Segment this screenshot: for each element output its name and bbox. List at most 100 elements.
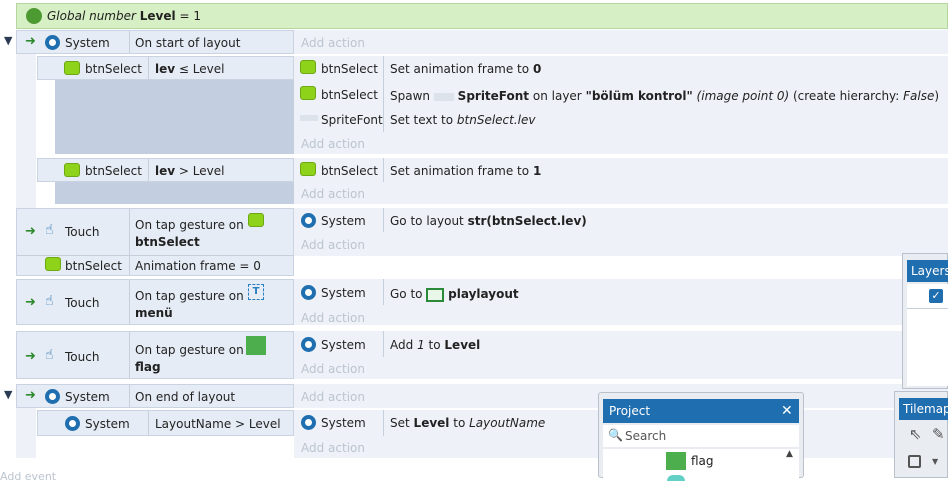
scroll-up-icon[interactable]: ▲ xyxy=(786,449,793,459)
event2-object: Touch xyxy=(65,225,100,239)
btnselect-sprite-icon xyxy=(300,60,316,74)
global-variable-text: Global number Level = 1 xyxy=(47,9,201,23)
event2-action-block[interactable]: System Go to layout str(btnSelect.lev) A… xyxy=(294,208,948,256)
event5-object: System xyxy=(65,390,110,404)
close-icon[interactable]: ✕ xyxy=(781,403,793,419)
trigger-arrow-icon: ➜ xyxy=(25,295,36,310)
project-panel-header[interactable]: Project ✕ xyxy=(603,399,799,423)
sprite-icon xyxy=(667,475,685,481)
add-action-link[interactable]: Add action xyxy=(301,36,365,50)
sub1-condition-padding xyxy=(55,80,294,154)
action-object: System xyxy=(321,416,366,430)
tilemap-panel-header[interactable]: Tilemap xyxy=(899,398,948,420)
action-text[interactable]: Set animation frame to 1 xyxy=(390,164,541,178)
event4-action-block[interactable]: System Add 1 to Level Add action xyxy=(294,331,948,379)
event3-condition[interactable]: On tap gesture on xyxy=(135,289,244,303)
trigger-arrow-icon: ➜ xyxy=(25,224,36,239)
search-icon: 🔍 xyxy=(608,428,623,442)
event1-condition[interactable]: On start of layout xyxy=(135,36,240,50)
layers-list[interactable]: ✓ xyxy=(907,284,948,386)
touch-hand-icon: ☝ xyxy=(45,222,54,238)
tilemap-panel-title: Tilemap xyxy=(903,402,948,416)
collapse-event1-icon[interactable]: ▼ xyxy=(4,35,12,46)
tile-brush-icon[interactable] xyxy=(908,455,921,468)
event3-condition-block[interactable]: ➜ ☝ Touch On tap gesture on T menü xyxy=(16,279,294,325)
spritefont-icon xyxy=(300,115,318,121)
event5-condition-block[interactable]: ➜ System On end of layout xyxy=(16,384,294,408)
trigger-arrow-icon: ➜ xyxy=(25,34,36,49)
action-text[interactable]: Set Level to LayoutName xyxy=(390,416,545,430)
sub2-condition[interactable]: lev > Level xyxy=(155,164,224,178)
sub2-condition-block[interactable]: btnSelect lev > Level xyxy=(37,158,294,182)
pencil-tool-icon[interactable]: ✎ xyxy=(932,425,945,443)
flag-sprite-icon xyxy=(246,336,266,355)
event4-condition[interactable]: On tap gesture on xyxy=(135,343,244,357)
system-gear-icon xyxy=(301,285,316,300)
sub2-action-block[interactable]: btnSelect Set animation frame to 1 Add a… xyxy=(294,158,948,204)
add-action-link[interactable]: Add action xyxy=(301,187,365,201)
action-text[interactable]: Go to playlayout xyxy=(390,287,519,302)
action-text[interactable]: Spawn SpriteFont on layer "bölüm kontrol… xyxy=(390,89,939,103)
add-action-link[interactable]: Add action xyxy=(301,238,365,252)
action-text[interactable]: Set animation frame to 0 xyxy=(390,62,541,76)
event4-condition-block[interactable]: ➜ ☝ Touch On tap gesture on flag xyxy=(16,331,294,379)
tilemap-panel[interactable]: Tilemap ⇖ ✎ ▼ xyxy=(894,391,948,478)
btnselect-sprite-icon xyxy=(248,213,264,227)
search-placeholder: Search xyxy=(625,429,667,443)
event1-condition-block[interactable]: ➜ System On start of layout xyxy=(16,30,294,54)
add-action-link[interactable]: Add action xyxy=(301,137,365,151)
action-text[interactable]: Set text to btnSelect.lev xyxy=(390,113,536,127)
event1-action-block[interactable]: Add action xyxy=(294,30,948,54)
add-event-link[interactable]: Add event xyxy=(0,470,56,483)
sub2-condition-padding xyxy=(55,182,294,204)
action-object: System xyxy=(321,214,366,228)
sub3-object: System xyxy=(85,417,130,431)
system-gear-icon xyxy=(301,415,316,430)
touch-hand-icon: ☝ xyxy=(45,347,54,363)
event2-condition-block[interactable]: ➜ ☝ Touch On tap gesture on btnSelect bt… xyxy=(16,208,294,276)
layers-panel-header[interactable]: Layers xyxy=(907,260,948,282)
btnselect-sprite-icon xyxy=(300,162,316,176)
pointer-tool-icon[interactable]: ⇖ xyxy=(909,425,922,443)
chevron-down-icon[interactable]: ▼ xyxy=(932,457,938,466)
collapse-event5-icon[interactable]: ▼ xyxy=(4,389,12,400)
layers-panel-title: Layers xyxy=(911,264,948,278)
project-item-flag[interactable]: flag xyxy=(691,454,714,468)
event2-object2: btnSelect xyxy=(65,259,122,273)
sub1-condition-block[interactable]: btnSelect lev ≤ Level xyxy=(37,56,294,80)
action-text[interactable]: Add 1 to Level xyxy=(390,338,480,352)
add-action-link[interactable]: Add action xyxy=(301,441,365,455)
action-object: btnSelect xyxy=(321,88,378,102)
add-action-link[interactable]: Add action xyxy=(301,311,365,325)
system-gear-icon xyxy=(301,337,316,352)
trigger-arrow-icon: ➜ xyxy=(25,349,36,364)
action-object: System xyxy=(321,286,366,300)
event1-object: System xyxy=(65,36,110,50)
project-search-input[interactable]: 🔍 Search xyxy=(603,425,799,447)
global-variable-row[interactable]: Global number Level = 1 xyxy=(16,3,948,29)
sub1-action-block[interactable]: btnSelect Set animation frame to 0 btnSe… xyxy=(294,56,948,154)
project-panel[interactable]: Project ✕ 🔍 Search flag ▲ xyxy=(598,392,804,481)
add-action-link[interactable]: Add action xyxy=(301,362,365,376)
system-gear-icon xyxy=(45,35,60,50)
layer-visible-checkbox[interactable]: ✓ xyxy=(929,289,943,303)
event2-condition-object: btnSelect xyxy=(135,235,200,249)
event2-condition2[interactable]: Animation frame = 0 xyxy=(135,259,261,273)
event3-action-block[interactable]: System Go to playlayout Add action xyxy=(294,279,948,325)
add-action-link[interactable]: Add action xyxy=(301,390,365,404)
event5-condition[interactable]: On end of layout xyxy=(135,390,235,404)
event3-object: Touch xyxy=(65,296,100,310)
event4-condition-object: flag xyxy=(135,360,161,374)
project-tree[interactable]: flag ▲ xyxy=(603,449,799,481)
trigger-arrow-icon: ➜ xyxy=(25,388,36,403)
sub1-condition[interactable]: lev ≤ Level xyxy=(155,62,224,76)
project-panel-title: Project xyxy=(609,404,651,418)
layers-panel[interactable]: Layers ✓ xyxy=(902,253,948,389)
text-object-icon: T xyxy=(248,284,264,300)
event2-condition[interactable]: On tap gesture on xyxy=(135,218,244,232)
flag-sprite-icon xyxy=(666,452,686,470)
sub3-condition[interactable]: LayoutName > Level xyxy=(155,417,281,431)
action-text[interactable]: Go to layout str(btnSelect.lev) xyxy=(390,214,587,228)
btnselect-sprite-icon xyxy=(64,163,80,177)
sub3-condition-block[interactable]: System LayoutName > Level xyxy=(37,410,294,436)
